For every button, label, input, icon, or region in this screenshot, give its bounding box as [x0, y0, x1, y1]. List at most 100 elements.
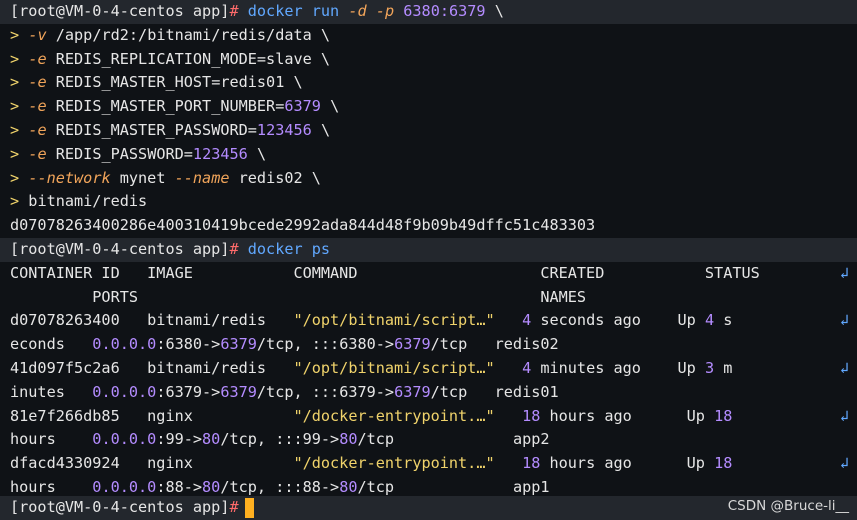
terminal-line: > --network mynet --name redis02 \	[0, 167, 857, 191]
env-arg: REDIS_MASTER_PORT_NUMBER=	[46, 97, 285, 116]
continuation-marker: >	[10, 168, 20, 187]
flag-v: -v	[28, 25, 47, 44]
row-status-cont: econds	[10, 335, 93, 354]
table-row-continued: econds 0.0.0.0:6380->6379/tcp, :::6380->…	[0, 333, 857, 357]
wrap-icon: ↲	[839, 311, 849, 330]
row-command: "/docker-entrypoint.…"	[293, 406, 495, 425]
row-ip: 0.0.0.0	[92, 478, 157, 496]
row-name: /tcp app1	[357, 478, 550, 496]
prompt-hash: #	[229, 2, 239, 20]
command-text: docker ps	[247, 240, 331, 258]
terminal-line: > bitnami/redis	[0, 190, 857, 214]
row-status-num: 3	[704, 359, 715, 377]
terminal-window[interactable]: [root@VM-0-4-centos app]# docker run -d …	[0, 0, 857, 520]
continuation-marker: >	[10, 73, 20, 92]
wrap-icon: ↲	[839, 406, 849, 425]
ps-header-text: CONTAINER ID IMAGE COMMAND CREATED STATU…	[10, 263, 760, 282]
row-created-num: 18	[522, 406, 541, 425]
continuation-marker: >	[10, 49, 20, 68]
ps-header-line: CONTAINER ID IMAGE COMMAND CREATED STATU…	[0, 262, 857, 286]
row-port-num: 6379	[220, 382, 257, 401]
row-name: /tcp redis02	[430, 335, 559, 354]
ps-header-text: PORTS NAMES	[10, 287, 587, 306]
flag-e: -e	[28, 97, 47, 116]
prompt-hash: #	[229, 240, 239, 258]
row-port: :88->	[156, 478, 203, 496]
row-id-image: 41d097f5c2a6 bitnami/redis	[10, 359, 294, 377]
container-hash: d07078263400286e400310419bcede2992ada844…	[10, 216, 596, 235]
terminal-line: > -e REDIS_MASTER_HOST=redis01 \	[0, 71, 857, 95]
row-port: :6380->	[156, 335, 221, 354]
row-id-image: 81e7f266db85 nginx	[10, 406, 294, 425]
table-row-continued: hours 0.0.0.0:99->80/tcp, :::99->80/tcp …	[0, 428, 857, 452]
row-status: s	[714, 311, 733, 330]
flag-name: --name	[174, 168, 230, 187]
terminal-line-container-hash: d07078263400286e400310419bcede2992ada844…	[0, 214, 857, 238]
row-created-num: 18	[522, 454, 541, 473]
wrap-icon: ↲	[839, 263, 849, 282]
row-status-num: 18	[714, 406, 733, 425]
row-status: m	[714, 359, 733, 377]
row-port-num: 6379	[394, 382, 431, 401]
flag-e: -e	[28, 121, 47, 139]
continuation-marker: >	[10, 121, 20, 139]
continuation-marker: >	[10, 97, 20, 116]
row-port: :99->	[156, 430, 203, 449]
flag-e: -e	[28, 144, 47, 163]
row-command: "/opt/bitnami/script…"	[293, 359, 495, 377]
flag-e: -e	[28, 73, 47, 92]
env-value: 123456	[192, 144, 248, 163]
terminal-line-run-command: [root@VM-0-4-centos app]# docker run -d …	[0, 0, 857, 24]
row-port: /tcp, :::6379->	[256, 382, 395, 401]
row-created: minutes ago Up	[531, 359, 705, 377]
table-row-continued: inutes 0.0.0.0:6379->6379/tcp, :::6379->…	[0, 381, 857, 405]
row-id-image: d07078263400 bitnami/redis	[10, 311, 294, 330]
row-port: /tcp, :::99->	[220, 430, 340, 449]
table-row: dfacd4330924 nginx "/docker-entrypoint.……	[0, 452, 857, 476]
terminal-line: > -v /app/rd2:/bitnami/redis/data \	[0, 24, 857, 48]
row-created: hours ago Up	[540, 454, 715, 473]
env-arg: REDIS_PASSWORD=	[46, 144, 193, 163]
continuation-marker: >	[10, 192, 20, 211]
row-port-num: 80	[202, 478, 221, 496]
terminal-line: > -e REDIS_PASSWORD=123456 \	[0, 143, 857, 167]
row-id-image: dfacd4330924 nginx	[10, 454, 294, 473]
terminal-line: > -e REDIS_MASTER_PORT_NUMBER=6379 \	[0, 95, 857, 119]
row-created-num: 4	[522, 311, 532, 330]
command-text: docker run	[247, 2, 340, 20]
row-status-cont: hours	[10, 430, 93, 449]
row-created: seconds ago Up	[531, 311, 705, 330]
row-port: /tcp, :::88->	[220, 478, 340, 496]
row-port-num: 80	[202, 430, 221, 449]
prompt-hash: #	[229, 498, 239, 516]
env-arg: REDIS_MASTER_HOST=redis01 \	[46, 73, 303, 92]
shell-prompt: [root@VM-0-4-centos app]	[10, 498, 230, 516]
line-continuation: \	[311, 121, 331, 139]
wrap-icon: ↲	[839, 454, 849, 473]
row-status-cont: inutes	[10, 382, 93, 401]
flag-network: --network	[28, 168, 111, 187]
row-port-num: 6379	[220, 335, 257, 354]
image-arg: bitnami/redis	[19, 192, 148, 211]
env-arg: REDIS_REPLICATION_MODE=slave \	[46, 49, 331, 68]
row-status	[732, 454, 741, 472]
watermark: CSDN @Bruce-li__	[727, 498, 849, 514]
ps-header-line: PORTS NAMES	[0, 286, 857, 310]
row-status-num: 18	[714, 454, 733, 473]
row-port: :6379->	[156, 382, 221, 401]
flag-e: -e	[28, 49, 47, 68]
continuation-marker: >	[10, 144, 20, 163]
row-created-num: 4	[522, 359, 532, 377]
table-row: 41d097f5c2a6 bitnami/redis "/opt/bitnami…	[0, 357, 857, 381]
flag-d: -d	[348, 2, 367, 20]
row-port-num: 80	[339, 430, 358, 449]
table-row: 81e7f266db85 nginx "/docker-entrypoint.……	[0, 405, 857, 429]
row-name: /tcp app2	[357, 430, 550, 449]
line-continuation: \	[320, 97, 340, 116]
line-continuation: \	[485, 2, 504, 20]
text-cursor[interactable]	[244, 497, 254, 518]
